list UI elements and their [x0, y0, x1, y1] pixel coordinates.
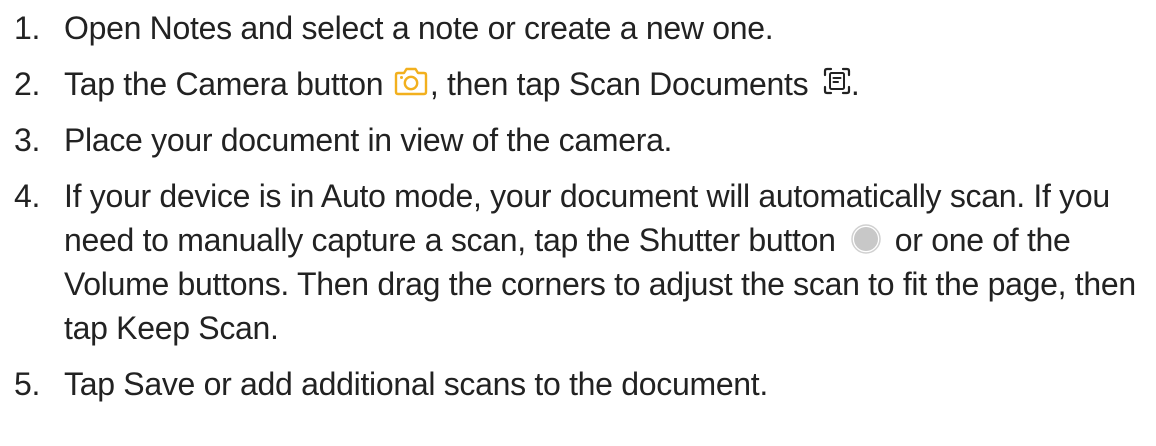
step-number: 5.	[14, 366, 41, 402]
step-number: 4.	[14, 178, 41, 214]
scan-instructions-list: 1. Open Notes and select a note or creat…	[14, 6, 1150, 418]
step-4: 4. If your device is in Auto mode, your …	[14, 174, 1150, 350]
camera-icon	[394, 66, 428, 96]
step-text-part: , then tap Scan Documents	[429, 66, 817, 102]
step-5: 5. Tap Save or add additional scans to t…	[14, 362, 1150, 406]
step-text-part: .	[850, 66, 860, 102]
step-text-part: Tap the Camera button	[64, 66, 392, 102]
step-text: Tap Save or add additional scans to the …	[64, 366, 768, 402]
scan-document-icon	[823, 67, 851, 95]
step-number: 1.	[14, 10, 41, 46]
step-2: 2. Tap the Camera button , then tap Scan…	[14, 62, 1150, 106]
step-text: Place your document in view of the camer…	[64, 122, 673, 158]
step-text: Open Notes and select a note or create a…	[64, 10, 774, 46]
step-number: 2.	[14, 66, 41, 102]
shutter-button-icon	[850, 223, 882, 255]
step-3: 3. Place your document in view of the ca…	[14, 118, 1150, 162]
step-1: 1. Open Notes and select a note or creat…	[14, 6, 1150, 50]
step-text: Tap the Camera button , then tap Scan Do…	[64, 62, 1150, 106]
step-text: If your device is in Auto mode, your doc…	[64, 174, 1150, 350]
step-number: 3.	[14, 122, 41, 158]
